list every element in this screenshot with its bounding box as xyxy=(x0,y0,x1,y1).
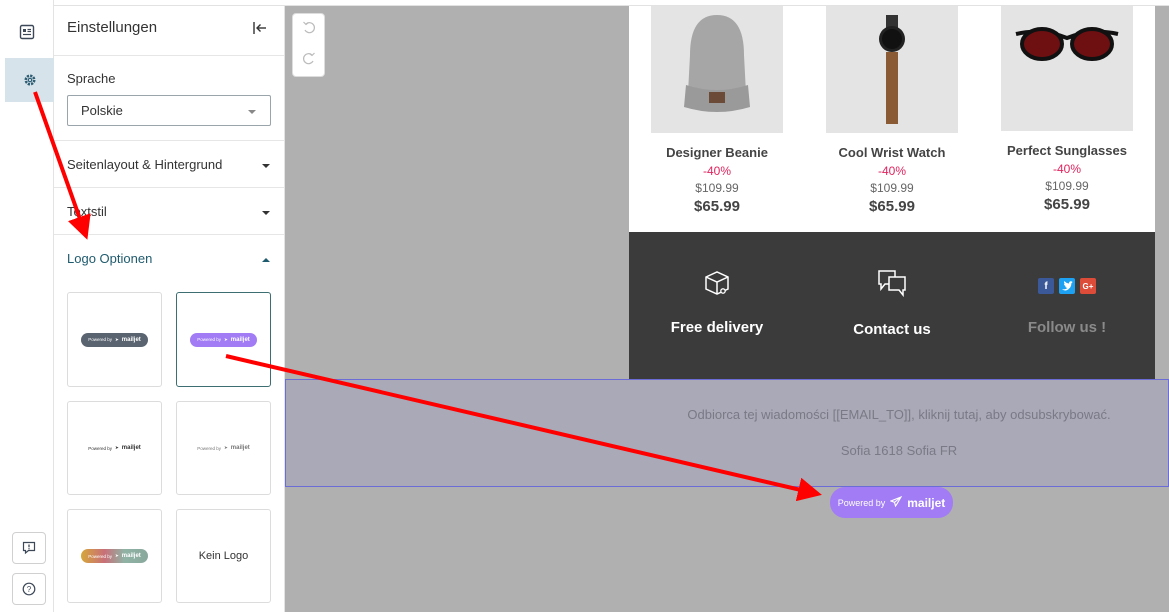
product-price: $65.99 xyxy=(1044,196,1090,213)
powered-by-badge-preview: Powered by ➤ mailjet xyxy=(81,332,148,347)
product-name: Designer Beanie xyxy=(666,145,768,160)
help-icon[interactable]: ? xyxy=(12,573,46,605)
powered-by-badge-preview: Powered by ➤ mailjet xyxy=(81,549,148,563)
logo-option-gradient-pill[interactable]: Powered by ➤ mailjet xyxy=(67,509,162,603)
delivery-box-icon xyxy=(632,268,802,302)
footer-address: Sofia 1618 Sofia FR xyxy=(840,443,958,458)
accordion-header-layout[interactable]: Seitenlayout & Hintergrund xyxy=(67,141,271,187)
panel-header: Einstellungen xyxy=(54,0,284,56)
product-discount: -40% xyxy=(702,164,731,178)
undo-icon[interactable] xyxy=(302,20,316,39)
product-image-beanie xyxy=(651,6,783,133)
paper-plane-icon: ➤ xyxy=(114,336,119,342)
left-rail: ? xyxy=(0,0,54,612)
language-label: Sprache xyxy=(67,71,116,86)
feature-follow: f G+ Follow us ! xyxy=(982,268,1152,336)
paper-plane-icon: ➤ xyxy=(223,445,228,450)
accordion-text-style[interactable]: Textstil xyxy=(54,188,284,235)
panel-title: Einstellungen xyxy=(67,19,158,36)
product-card: Perfect Sunglasses -40% $109.99 $65.99 xyxy=(997,6,1137,213)
product-old-price: $109.99 xyxy=(695,181,739,195)
product-name: Cool Wrist Watch xyxy=(838,145,946,160)
unsubscribe-text[interactable]: Odbiorca tej wiadomości [[EMAIL_TO]], kl… xyxy=(664,407,1134,422)
feature-title: Contact us xyxy=(853,321,931,338)
redo-icon[interactable] xyxy=(302,51,316,70)
feature-title: Follow us ! xyxy=(1027,319,1107,336)
product-old-price: $109.99 xyxy=(870,181,914,195)
product-price: $65.99 xyxy=(869,198,915,215)
chevron-down-icon xyxy=(247,103,257,118)
twitter-icon[interactable] xyxy=(1059,278,1075,294)
paper-plane-icon: ➤ xyxy=(114,553,119,558)
powered-by-badge-preview: Powered by ➤ mailjet xyxy=(197,445,250,451)
language-section: Sprache Polskie xyxy=(54,56,284,141)
logo-option-plain-grey[interactable]: Powered by ➤ mailjet xyxy=(176,401,271,495)
logo-option-none[interactable]: Kein Logo xyxy=(176,509,271,603)
language-select-value: Polskie xyxy=(81,103,123,118)
powered-by-mailjet-badge[interactable]: Powered by mailjet xyxy=(830,487,953,518)
footer-section-selected[interactable]: Odbiorca tej wiadomości [[EMAIL_TO]], kl… xyxy=(285,379,1169,487)
product-card: Designer Beanie -40% $109.99 $65.99 xyxy=(647,6,787,215)
paper-plane-icon: ➤ xyxy=(223,336,228,342)
product-image-watch xyxy=(826,6,958,133)
features-block[interactable]: Free delivery Contact us f G+ Follow us … xyxy=(629,232,1155,380)
accordion-label: Logo Optionen xyxy=(67,250,153,266)
powered-by-badge-preview: Powered by ➤ mailjet xyxy=(190,332,257,347)
no-logo-label: Kein Logo xyxy=(198,550,249,562)
content-icon[interactable] xyxy=(6,10,48,54)
product-card: Cool Wrist Watch -40% $109.99 $65.99 xyxy=(822,6,962,215)
paper-plane-icon xyxy=(889,495,903,509)
powered-by-badge-preview: Powered by ➤ mailjet xyxy=(88,445,141,451)
google-plus-icon[interactable]: G+ xyxy=(1080,278,1096,294)
paper-plane-icon: ➤ xyxy=(114,445,119,450)
product-price: $65.99 xyxy=(694,198,740,215)
social-icons: f G+ xyxy=(982,268,1152,302)
feedback-icon[interactable] xyxy=(12,532,46,564)
feature-delivery: Free delivery xyxy=(632,268,802,336)
language-select[interactable]: Polskie xyxy=(67,95,271,126)
logo-option-purple-pill[interactable]: Powered by ➤ mailjet xyxy=(176,292,271,387)
accordion-label: Textstil xyxy=(67,203,107,219)
product-discount: -40% xyxy=(877,164,906,178)
collapse-panel-icon[interactable] xyxy=(249,17,271,39)
svg-text:?: ? xyxy=(27,585,32,594)
product-discount: -40% xyxy=(1052,162,1081,176)
products-block[interactable]: Designer Beanie -40% $109.99 $65.99 Cool… xyxy=(629,6,1155,232)
logo-option-plain-black[interactable]: Powered by ➤ mailjet xyxy=(67,401,162,495)
caret-down-icon xyxy=(261,204,271,219)
accordion-label: Seitenlayout & Hintergrund xyxy=(67,156,223,172)
chat-bubbles-icon xyxy=(807,268,977,302)
accordion-header-text-style[interactable]: Textstil xyxy=(67,188,271,234)
history-toolbar xyxy=(292,13,325,77)
caret-up-icon xyxy=(261,251,271,266)
accordion-layout[interactable]: Seitenlayout & Hintergrund xyxy=(54,141,284,188)
product-image-sunglasses xyxy=(1001,6,1133,131)
caret-down-icon xyxy=(261,157,271,172)
settings-panel: Einstellungen Sprache Polskie Seitenlayo… xyxy=(54,0,285,612)
accordion-header-logo-options[interactable]: Logo Optionen xyxy=(67,235,271,281)
facebook-icon[interactable]: f xyxy=(1038,278,1054,294)
feature-contact: Contact us xyxy=(807,268,977,338)
accordion-logo-options[interactable]: Logo Optionen xyxy=(54,235,284,281)
logo-option-dark-pill[interactable]: Powered by ➤ mailjet xyxy=(67,292,162,387)
product-old-price: $109.99 xyxy=(1045,179,1089,193)
settings-icon[interactable] xyxy=(5,58,54,102)
feature-title: Free delivery xyxy=(670,319,764,336)
product-name: Perfect Sunglasses xyxy=(1007,143,1127,158)
